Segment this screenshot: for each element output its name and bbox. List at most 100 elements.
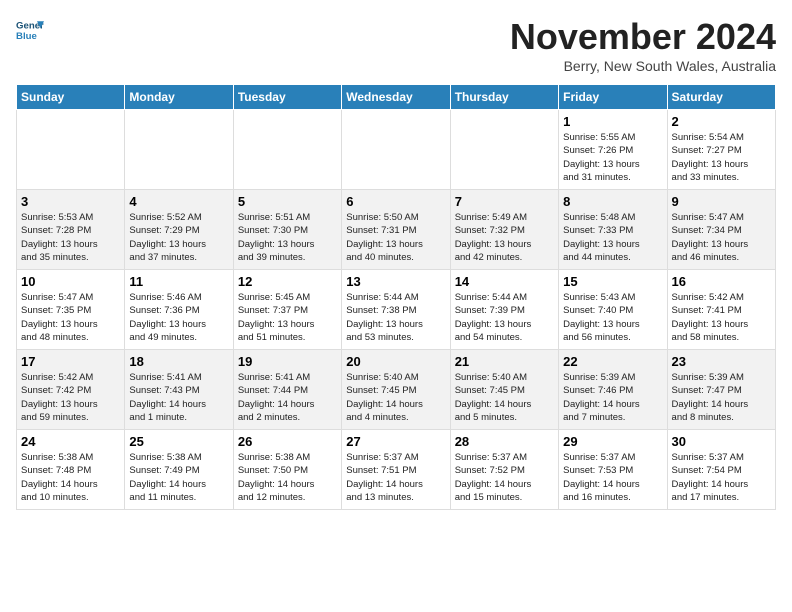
calendar-cell: 26 Sunrise: 5:38 AM Sunset: 7:50 PM Dayli… (233, 430, 341, 510)
day-info: Sunrise: 5:41 AM Sunset: 7:43 PM Dayligh… (129, 371, 228, 424)
day-info: Sunrise: 5:50 AM Sunset: 7:31 PM Dayligh… (346, 211, 445, 264)
day-number: 27 (346, 434, 445, 449)
calendar-cell: 13Sunrise: 5:44 AM Sunset: 7:38 PM Dayli… (342, 270, 450, 350)
day-info: Sunrise: 5:47 AM Sunset: 7:34 PM Dayligh… (672, 211, 771, 264)
day-info: Sunrise: 5:37 AM Sunset: 7:51 PM Dayligh… (346, 451, 445, 504)
day-info: Sunrise: 5:42 AM Sunset: 7:42 PM Dayligh… (21, 371, 120, 424)
calendar-cell (125, 110, 233, 190)
day-number: 21 (455, 354, 554, 369)
day-number: 11 (129, 274, 228, 289)
day-number: 25 (129, 434, 228, 449)
calendar-cell: 23Sunrise: 5:39 AM Sunset: 7:47 PM Dayli… (667, 350, 775, 430)
day-number: 2 (672, 114, 771, 129)
title-area: November 2024 Berry, New South Wales, Au… (510, 16, 776, 74)
calendar-cell (17, 110, 125, 190)
location-subtitle: Berry, New South Wales, Australia (510, 58, 776, 74)
day-info: Sunrise: 5:40 AM Sunset: 7:45 PM Dayligh… (455, 371, 554, 424)
week-row-3: 10Sunrise: 5:47 AM Sunset: 7:35 PM Dayli… (17, 270, 776, 350)
day-info: Sunrise: 5:49 AM Sunset: 7:32 PM Dayligh… (455, 211, 554, 264)
col-header-sunday: Sunday (17, 85, 125, 110)
calendar-cell: 16 Sunrise: 5:42 AM Sunset: 7:41 PM Dayli… (667, 270, 775, 350)
calendar-cell: 28 Sunrise: 5:37 AM Sunset: 7:52 PM Dayli… (450, 430, 558, 510)
day-number: 26 (238, 434, 337, 449)
day-number: 19 (238, 354, 337, 369)
calendar-cell: 27 Sunrise: 5:37 AM Sunset: 7:51 PM Dayli… (342, 430, 450, 510)
calendar-cell (450, 110, 558, 190)
day-info: Sunrise: 5:38 AM Sunset: 7:48 PM Dayligh… (21, 451, 120, 504)
day-number: 13 (346, 274, 445, 289)
calendar-cell: 18 Sunrise: 5:41 AM Sunset: 7:43 PM Dayli… (125, 350, 233, 430)
calendar-cell: 25 Sunrise: 5:38 AM Sunset: 7:49 PM Dayli… (125, 430, 233, 510)
col-header-monday: Monday (125, 85, 233, 110)
day-info: Sunrise: 5:46 AM Sunset: 7:36 PM Dayligh… (129, 291, 228, 344)
calendar-cell: 1Sunrise: 5:55 AM Sunset: 7:26 PM Daylig… (559, 110, 667, 190)
calendar-cell: 7 Sunrise: 5:49 AM Sunset: 7:32 PM Daylig… (450, 190, 558, 270)
calendar-table: SundayMondayTuesdayWednesdayThursdayFrid… (16, 84, 776, 510)
logo: General Blue (16, 16, 44, 44)
calendar-cell: 19 Sunrise: 5:41 AM Sunset: 7:44 PM Dayli… (233, 350, 341, 430)
day-info: Sunrise: 5:48 AM Sunset: 7:33 PM Dayligh… (563, 211, 662, 264)
calendar-cell: 17 Sunrise: 5:42 AM Sunset: 7:42 PM Dayli… (17, 350, 125, 430)
day-number: 15 (563, 274, 662, 289)
logo-icon: General Blue (16, 16, 44, 44)
calendar-cell: 10Sunrise: 5:47 AM Sunset: 7:35 PM Dayli… (17, 270, 125, 350)
day-number: 6 (346, 194, 445, 209)
day-number: 4 (129, 194, 228, 209)
day-number: 10 (21, 274, 120, 289)
day-info: Sunrise: 5:40 AM Sunset: 7:45 PM Dayligh… (346, 371, 445, 424)
day-info: Sunrise: 5:37 AM Sunset: 7:54 PM Dayligh… (672, 451, 771, 504)
day-number: 28 (455, 434, 554, 449)
day-info: Sunrise: 5:37 AM Sunset: 7:53 PM Dayligh… (563, 451, 662, 504)
day-number: 12 (238, 274, 337, 289)
calendar-cell: 24 Sunrise: 5:38 AM Sunset: 7:48 PM Dayli… (17, 430, 125, 510)
calendar-cell: 21 Sunrise: 5:40 AM Sunset: 7:45 PM Dayli… (450, 350, 558, 430)
day-number: 1 (563, 114, 662, 129)
day-number: 3 (21, 194, 120, 209)
calendar-cell: 2 Sunrise: 5:54 AM Sunset: 7:27 PM Daylig… (667, 110, 775, 190)
col-header-saturday: Saturday (667, 85, 775, 110)
day-info: Sunrise: 5:44 AM Sunset: 7:39 PM Dayligh… (455, 291, 554, 344)
day-number: 30 (672, 434, 771, 449)
calendar-cell: 20 Sunrise: 5:40 AM Sunset: 7:45 PM Dayli… (342, 350, 450, 430)
day-number: 14 (455, 274, 554, 289)
week-row-5: 24 Sunrise: 5:38 AM Sunset: 7:48 PM Dayli… (17, 430, 776, 510)
day-number: 16 (672, 274, 771, 289)
week-row-4: 17 Sunrise: 5:42 AM Sunset: 7:42 PM Dayli… (17, 350, 776, 430)
day-number: 24 (21, 434, 120, 449)
col-header-tuesday: Tuesday (233, 85, 341, 110)
day-number: 20 (346, 354, 445, 369)
day-info: Sunrise: 5:51 AM Sunset: 7:30 PM Dayligh… (238, 211, 337, 264)
day-info: Sunrise: 5:39 AM Sunset: 7:46 PM Dayligh… (563, 371, 662, 424)
calendar-cell (233, 110, 341, 190)
day-number: 5 (238, 194, 337, 209)
calendar-cell: 3 Sunrise: 5:53 AM Sunset: 7:28 PM Daylig… (17, 190, 125, 270)
day-info: Sunrise: 5:52 AM Sunset: 7:29 PM Dayligh… (129, 211, 228, 264)
day-number: 18 (129, 354, 228, 369)
day-number: 22 (563, 354, 662, 369)
day-info: Sunrise: 5:54 AM Sunset: 7:27 PM Dayligh… (672, 131, 771, 184)
calendar-cell: 30 Sunrise: 5:37 AM Sunset: 7:54 PM Dayli… (667, 430, 775, 510)
day-info: Sunrise: 5:37 AM Sunset: 7:52 PM Dayligh… (455, 451, 554, 504)
day-info: Sunrise: 5:38 AM Sunset: 7:50 PM Dayligh… (238, 451, 337, 504)
week-row-2: 3 Sunrise: 5:53 AM Sunset: 7:28 PM Daylig… (17, 190, 776, 270)
day-number: 17 (21, 354, 120, 369)
day-number: 29 (563, 434, 662, 449)
day-info: Sunrise: 5:41 AM Sunset: 7:44 PM Dayligh… (238, 371, 337, 424)
calendar-cell: 29 Sunrise: 5:37 AM Sunset: 7:53 PM Dayli… (559, 430, 667, 510)
day-info: Sunrise: 5:42 AM Sunset: 7:41 PM Dayligh… (672, 291, 771, 344)
day-info: Sunrise: 5:38 AM Sunset: 7:49 PM Dayligh… (129, 451, 228, 504)
day-number: 8 (563, 194, 662, 209)
day-info: Sunrise: 5:53 AM Sunset: 7:28 PM Dayligh… (21, 211, 120, 264)
calendar-cell: 14 Sunrise: 5:44 AM Sunset: 7:39 PM Dayli… (450, 270, 558, 350)
week-row-1: 1Sunrise: 5:55 AM Sunset: 7:26 PM Daylig… (17, 110, 776, 190)
calendar-cell: 15Sunrise: 5:43 AM Sunset: 7:40 PM Dayli… (559, 270, 667, 350)
day-number: 7 (455, 194, 554, 209)
svg-text:Blue: Blue (16, 31, 37, 42)
calendar-cell: 6 Sunrise: 5:50 AM Sunset: 7:31 PM Daylig… (342, 190, 450, 270)
calendar-cell: 4 Sunrise: 5:52 AM Sunset: 7:29 PM Daylig… (125, 190, 233, 270)
calendar-cell: 12 Sunrise: 5:45 AM Sunset: 7:37 PM Dayli… (233, 270, 341, 350)
col-header-wednesday: Wednesday (342, 85, 450, 110)
col-header-friday: Friday (559, 85, 667, 110)
calendar-cell: 5 Sunrise: 5:51 AM Sunset: 7:30 PM Daylig… (233, 190, 341, 270)
day-info: Sunrise: 5:45 AM Sunset: 7:37 PM Dayligh… (238, 291, 337, 344)
